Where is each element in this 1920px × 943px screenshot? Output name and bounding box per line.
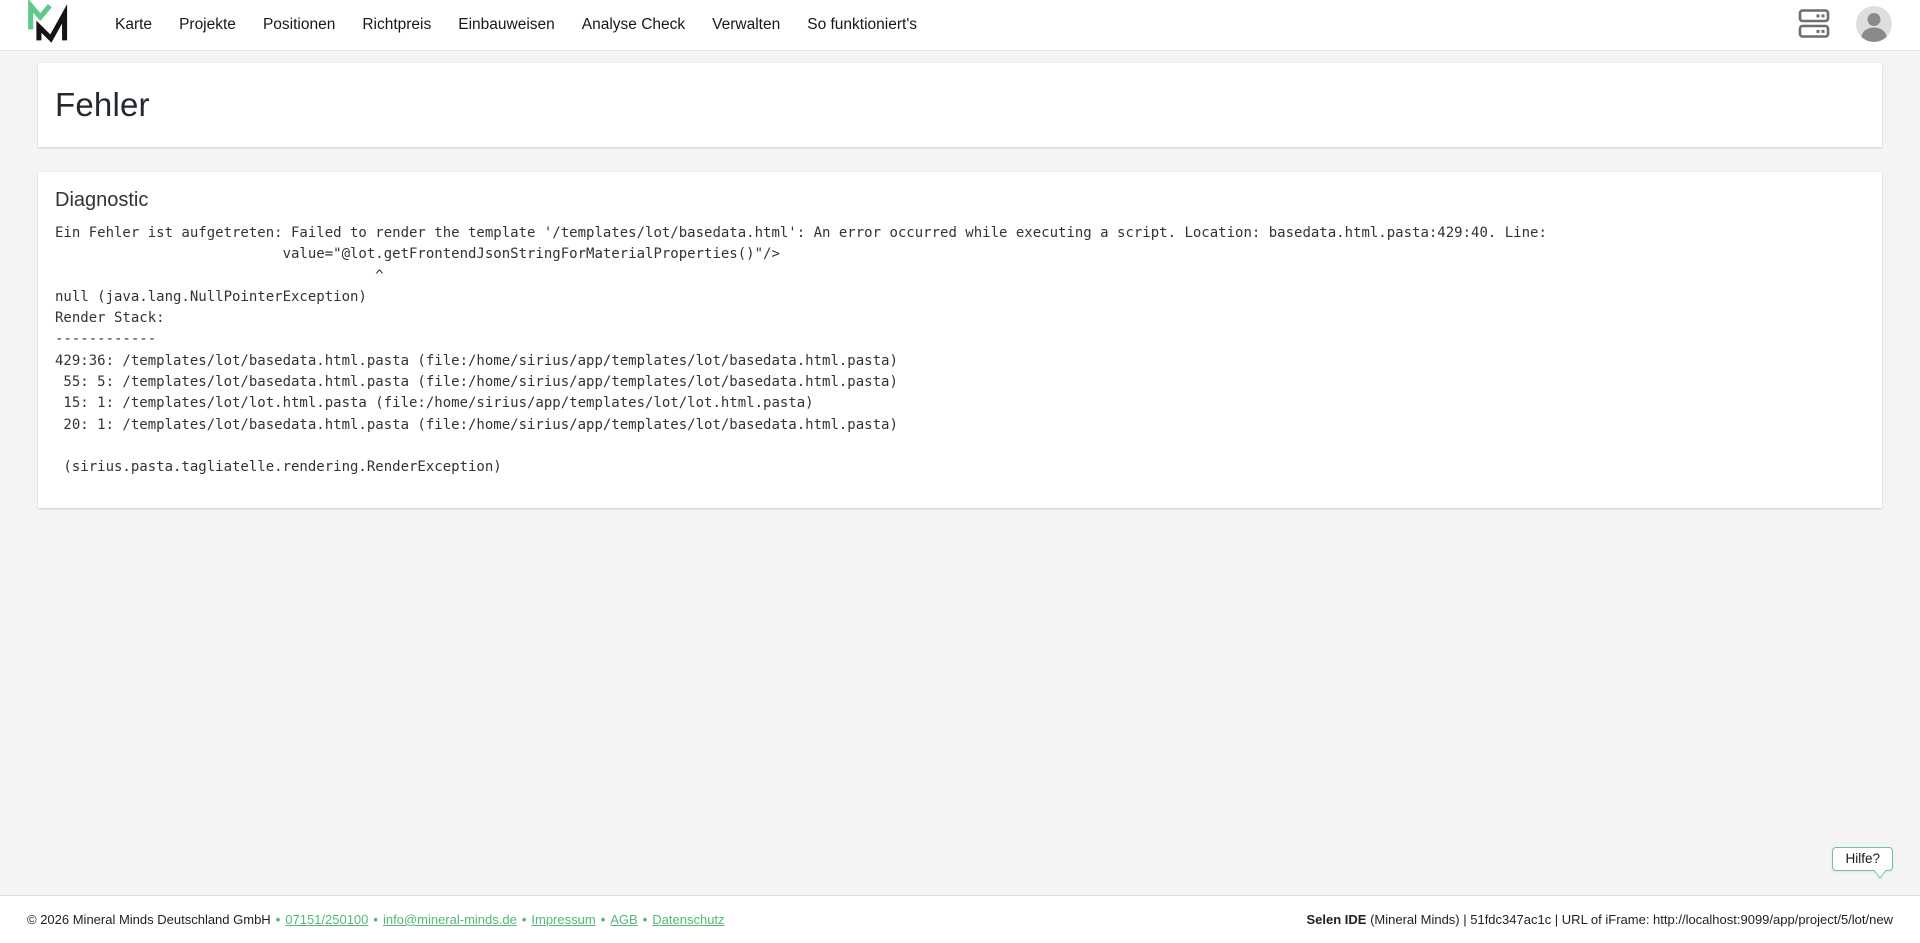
nav-item-analyse-check[interactable]: Analyse Check: [582, 16, 685, 34]
nav-item-projekte[interactable]: Projekte: [179, 16, 236, 34]
footer-link-agb[interactable]: AGB: [610, 912, 637, 927]
footer-separator: •: [643, 912, 648, 927]
footer-link-07151-250100[interactable]: 07151/250100: [285, 912, 368, 927]
nav-item-richtpreis[interactable]: Richtpreis: [362, 16, 431, 34]
server-icon: [1798, 8, 1831, 42]
brand-logo[interactable]: [27, 0, 71, 51]
nav-link[interactable]: Verwalten: [712, 16, 780, 33]
error-header-card: Fehler: [38, 63, 1882, 147]
nav-item-verwalten[interactable]: Verwalten: [712, 16, 780, 34]
nav-link[interactable]: Analyse Check: [582, 16, 685, 33]
footer: © 2026 Mineral Minds Deutschland GmbH • 0…: [0, 895, 1920, 943]
footer-link-info-mineral-minds-de[interactable]: info@mineral-minds.de: [383, 912, 517, 927]
nav-link[interactable]: Karte: [115, 16, 152, 33]
nav-link[interactable]: Positionen: [263, 16, 335, 33]
mineral-minds-logo-icon: [27, 0, 71, 51]
nav-link[interactable]: Richtpreis: [362, 16, 431, 33]
error-stack-trace: Ein Fehler ist aufgetreten: Failed to re…: [55, 223, 1865, 479]
footer-right: Selen IDE (Mineral Minds) | 51fdc347ac1c…: [1306, 912, 1893, 927]
main-content: Fehler Diagnostic Ein Fehler ist aufgetr…: [0, 51, 1920, 508]
nav-link[interactable]: Einbauweisen: [458, 16, 555, 33]
nav-link[interactable]: Projekte: [179, 16, 236, 33]
footer-link-impressum[interactable]: Impressum: [531, 912, 595, 927]
footer-separator: •: [276, 912, 281, 927]
nav-item-karte[interactable]: Karte: [115, 16, 152, 34]
nav-link[interactable]: So funktioniert's: [807, 16, 917, 33]
footer-separator: •: [373, 912, 378, 927]
server-status-button[interactable]: [1798, 8, 1831, 42]
ide-info: (Mineral Minds) | 51fdc347ac1c | URL of …: [1366, 912, 1893, 927]
navbar-right: [1798, 5, 1893, 46]
help-button[interactable]: Hilfe?: [1832, 847, 1893, 871]
nav-item-so-funktioniert-s[interactable]: So funktioniert's: [807, 16, 917, 34]
user-menu-button[interactable]: [1855, 5, 1893, 46]
footer-link-datenschutz[interactable]: Datenschutz: [652, 912, 724, 927]
nav-item-positionen[interactable]: Positionen: [263, 16, 335, 34]
footer-separator: •: [601, 912, 606, 927]
top-navbar: Karte Projekte Positionen Richtpreis Einbauw…: [0, 0, 1920, 51]
footer-links: • 07151/250100 • info@mineral-minds.de • Impr…: [271, 912, 725, 927]
copyright-text: © 2026 Mineral Minds Deutschland GmbH: [27, 912, 271, 927]
footer-left: © 2026 Mineral Minds Deutschland GmbH • 0…: [27, 912, 725, 927]
diagnostic-card: Diagnostic Ein Fehler ist aufgetreten: F…: [38, 172, 1882, 508]
user-avatar-icon: [1855, 5, 1893, 46]
footer-separator: •: [522, 912, 527, 927]
diagnostic-title: Diagnostic: [55, 189, 1865, 212]
ide-name: Selen IDE: [1306, 912, 1366, 927]
page-title: Fehler: [55, 86, 150, 124]
nav-item-einbauweisen[interactable]: Einbauweisen: [458, 16, 555, 34]
main-nav: Karte Projekte Positionen Richtpreis Einbauw…: [115, 16, 917, 34]
